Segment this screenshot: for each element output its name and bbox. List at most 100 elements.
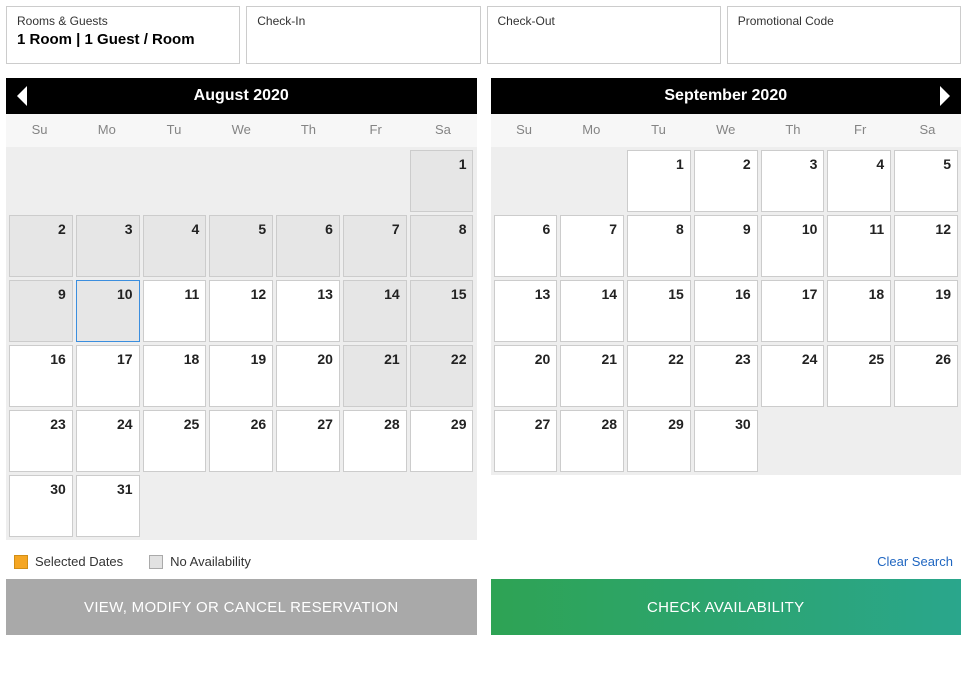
day-cell[interactable]: 14 xyxy=(343,280,407,342)
day-cell[interactable]: 6 xyxy=(494,215,558,277)
day-cell[interactable]: 5 xyxy=(209,215,273,277)
day-cell[interactable]: 11 xyxy=(827,215,891,277)
day-number: 15 xyxy=(668,286,684,302)
dow-cell: Fr xyxy=(342,114,409,147)
dow-cell: Th xyxy=(275,114,342,147)
day-cell[interactable]: 5 xyxy=(894,150,958,212)
day-cell[interactable]: 7 xyxy=(343,215,407,277)
day-cell[interactable]: 26 xyxy=(894,345,958,407)
check-availability-button[interactable]: CHECK AVAILABILITY xyxy=(491,579,962,635)
day-cell[interactable]: 23 xyxy=(9,410,73,472)
day-cell[interactable]: 20 xyxy=(276,345,340,407)
day-cell[interactable]: 8 xyxy=(410,215,474,277)
day-cell[interactable]: 25 xyxy=(827,345,891,407)
day-cell[interactable]: 4 xyxy=(143,215,207,277)
day-cell[interactable]: 24 xyxy=(76,410,140,472)
day-cell[interactable]: 19 xyxy=(209,345,273,407)
day-cell[interactable]: 18 xyxy=(143,345,207,407)
dow-cell: Tu xyxy=(625,114,692,147)
day-cell[interactable]: 9 xyxy=(694,215,758,277)
day-cell[interactable]: 20 xyxy=(494,345,558,407)
day-cell[interactable]: 22 xyxy=(410,345,474,407)
day-cell[interactable]: 13 xyxy=(494,280,558,342)
checkin-box[interactable]: Check-In xyxy=(246,6,480,64)
day-cell[interactable]: 27 xyxy=(494,410,558,472)
rooms-guests-box[interactable]: Rooms & Guests 1 Room | 1 Guest / Room xyxy=(6,6,240,64)
day-cell[interactable]: 3 xyxy=(76,215,140,277)
clear-search-link[interactable]: Clear Search xyxy=(877,554,953,569)
day-cell[interactable]: 12 xyxy=(209,280,273,342)
day-cell[interactable]: 4 xyxy=(827,150,891,212)
checkout-box[interactable]: Check-Out xyxy=(487,6,721,64)
day-cell[interactable]: 17 xyxy=(76,345,140,407)
day-cell[interactable]: 30 xyxy=(9,475,73,537)
day-cell[interactable]: 7 xyxy=(560,215,624,277)
legend-selected-label: Selected Dates xyxy=(35,554,123,569)
legend-row: Selected Dates No Availability Clear Sea… xyxy=(6,554,961,569)
day-cell[interactable]: 24 xyxy=(761,345,825,407)
day-cell[interactable]: 21 xyxy=(560,345,624,407)
day-number: 15 xyxy=(451,286,467,302)
day-cell[interactable]: 29 xyxy=(410,410,474,472)
legend-selected: Selected Dates xyxy=(14,554,123,569)
day-number: 17 xyxy=(117,351,133,367)
day-number: 23 xyxy=(50,416,66,432)
chevron-left-icon xyxy=(15,85,31,107)
day-cell[interactable]: 1 xyxy=(410,150,474,212)
next-month-button[interactable] xyxy=(929,78,959,114)
day-cell[interactable]: 14 xyxy=(560,280,624,342)
day-cell[interactable]: 18 xyxy=(827,280,891,342)
day-cell[interactable]: 8 xyxy=(627,215,691,277)
day-cell[interactable]: 3 xyxy=(761,150,825,212)
day-cell[interactable]: 13 xyxy=(276,280,340,342)
day-cell[interactable]: 29 xyxy=(627,410,691,472)
day-number: 27 xyxy=(317,416,333,432)
day-number: 4 xyxy=(876,156,884,172)
day-cell[interactable]: 30 xyxy=(694,410,758,472)
promo-box[interactable]: Promotional Code xyxy=(727,6,961,64)
day-number: 18 xyxy=(869,286,885,302)
day-cell[interactable]: 27 xyxy=(276,410,340,472)
day-number: 5 xyxy=(943,156,951,172)
day-cell[interactable]: 22 xyxy=(627,345,691,407)
day-number: 24 xyxy=(802,351,818,367)
day-number: 29 xyxy=(668,416,684,432)
day-cell[interactable]: 25 xyxy=(143,410,207,472)
day-cell[interactable]: 16 xyxy=(9,345,73,407)
dow-cell: Sa xyxy=(894,114,961,147)
day-number: 26 xyxy=(251,416,267,432)
day-number: 24 xyxy=(117,416,133,432)
day-number: 19 xyxy=(935,286,951,302)
dow-cell: Mo xyxy=(558,114,625,147)
day-number: 12 xyxy=(935,221,951,237)
day-cell[interactable]: 9 xyxy=(9,280,73,342)
day-cell[interactable]: 11 xyxy=(143,280,207,342)
day-cell[interactable]: 10 xyxy=(761,215,825,277)
day-number: 8 xyxy=(459,221,467,237)
view-modify-cancel-button[interactable]: VIEW, MODIFY OR CANCEL RESERVATION xyxy=(6,579,477,635)
day-cell[interactable]: 23 xyxy=(694,345,758,407)
day-cell[interactable]: 17 xyxy=(761,280,825,342)
rooms-guests-value: 1 Room | 1 Guest / Room xyxy=(17,31,229,48)
day-cell[interactable]: 16 xyxy=(694,280,758,342)
day-number: 18 xyxy=(184,351,200,367)
day-cell[interactable]: 12 xyxy=(894,215,958,277)
day-cell[interactable]: 15 xyxy=(410,280,474,342)
day-cell[interactable]: 26 xyxy=(209,410,273,472)
day-cell[interactable]: 28 xyxy=(343,410,407,472)
day-number: 6 xyxy=(325,221,333,237)
day-cell[interactable]: 19 xyxy=(894,280,958,342)
day-cell[interactable]: 31 xyxy=(76,475,140,537)
day-cell[interactable]: 2 xyxy=(694,150,758,212)
day-cell[interactable]: 21 xyxy=(343,345,407,407)
day-cell[interactable]: 28 xyxy=(560,410,624,472)
day-cell-empty xyxy=(143,475,207,537)
day-cell[interactable]: 2 xyxy=(9,215,73,277)
day-cell[interactable]: 6 xyxy=(276,215,340,277)
day-cell[interactable]: 1 xyxy=(627,150,691,212)
day-cell[interactable]: 15 xyxy=(627,280,691,342)
prev-month-button[interactable] xyxy=(8,78,38,114)
day-cell[interactable]: 10 xyxy=(76,280,140,342)
day-number: 21 xyxy=(384,351,400,367)
day-number: 10 xyxy=(117,286,133,302)
